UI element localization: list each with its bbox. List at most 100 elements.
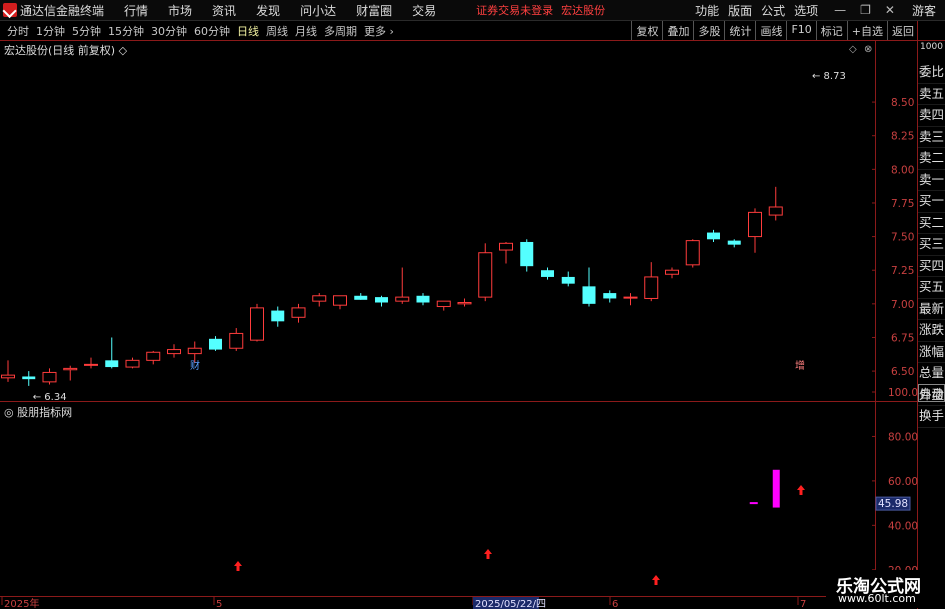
stock-name-header: 宏达股份 xyxy=(561,4,606,17)
date-label: 6 xyxy=(612,599,618,609)
quote-label-10: 买五 xyxy=(918,277,945,299)
restore-icon[interactable]: ❐ xyxy=(860,3,871,17)
price-tick-label: 6.75 xyxy=(891,332,914,344)
candle-body-down xyxy=(105,360,119,368)
menu-item-wealth[interactable]: 财富圈 xyxy=(356,2,392,19)
divider-axis xyxy=(875,41,876,596)
quote-panel-header: 1000 xyxy=(920,42,943,52)
quote-label-2: 卖四 xyxy=(918,105,945,127)
multi-stock-button[interactable]: 多股 xyxy=(693,21,724,40)
candle-body-down xyxy=(416,295,430,303)
back-button[interactable]: 返回 xyxy=(887,21,918,40)
mark-button[interactable]: 标记 xyxy=(815,21,847,40)
candle-body-up xyxy=(478,252,493,298)
period-1min[interactable]: 1分钟 xyxy=(36,23,65,39)
minimize-icon[interactable]: — xyxy=(834,3,846,17)
period-15min[interactable]: 15分钟 xyxy=(108,23,144,39)
auto-button[interactable]: 自动 xyxy=(918,384,945,402)
indicator-tick-label: 80.00 xyxy=(888,431,918,443)
menu-item-formula[interactable]: 公式 xyxy=(761,2,785,19)
overlay-button[interactable]: 叠加 xyxy=(662,21,693,40)
quote-label-4: 卖二 xyxy=(918,148,945,170)
candle-body-down xyxy=(271,310,285,322)
chart-title[interactable]: 宏达股份(日线 前复权) ◇ xyxy=(4,42,127,58)
price-tick-label: 6.50 xyxy=(891,366,914,378)
date-label: 2025/05/22/四 xyxy=(475,599,546,609)
quote-label-8: 买三 xyxy=(918,234,945,256)
candle-body-down xyxy=(354,295,368,300)
candle-body-up xyxy=(1,374,15,379)
login-notice[interactable]: 证券交易未登录 xyxy=(476,2,553,18)
candle-body-up xyxy=(42,371,57,383)
indicator-title[interactable]: ◎ 股朋指标网 xyxy=(4,404,72,420)
candle-body-up xyxy=(644,276,659,299)
price-tick-label: 7.50 xyxy=(891,232,914,244)
adjust-button[interactable]: 复权 xyxy=(631,21,662,40)
quote-label-7: 买二 xyxy=(918,213,945,234)
divider-panes xyxy=(0,401,918,402)
candle-body-up xyxy=(84,363,98,366)
indicator-bar xyxy=(772,469,780,508)
price-tick-label: 8.25 xyxy=(891,131,914,143)
candle-body-up xyxy=(312,295,327,302)
period-daily[interactable]: 日线 xyxy=(237,23,259,39)
indicator-tick-label: 40.00 xyxy=(888,520,918,532)
watermark-url: www.60lt.com xyxy=(838,592,916,605)
candle-body-up xyxy=(63,367,78,371)
period-30min[interactable]: 30分钟 xyxy=(151,23,187,39)
candle-body-up xyxy=(167,349,181,355)
price-tick-label: 8.00 xyxy=(891,164,914,176)
period-monthly[interactable]: 月线 xyxy=(295,23,317,39)
period-more[interactable]: 更多 › xyxy=(364,23,394,39)
chart-close-icon: ⊗ xyxy=(864,44,872,55)
signal-arrow-icon xyxy=(484,549,492,559)
candle-body-up xyxy=(748,211,762,238)
signal-arrow-icon xyxy=(797,485,805,495)
quote-label-16: 换手 xyxy=(918,406,945,428)
candle-body-up xyxy=(436,300,451,308)
app-title: 通达信金融终端 xyxy=(20,3,105,18)
indicator-tick-label: 100.0 xyxy=(888,387,918,399)
period-weekly[interactable]: 周线 xyxy=(266,23,288,39)
high-price-label: ← 8.73 xyxy=(812,71,846,82)
tool-buttons: 复权 叠加 多股 统计 画线 F10 标记 +自选 返回 xyxy=(631,21,918,40)
menu-bar: 通达信金融终端 行情 市场 资讯 发现 问小达 财富圈 交易 证券交易未登录 宏… xyxy=(0,0,945,21)
candle-body-down xyxy=(520,241,534,267)
chart-settings-icon: ◇ xyxy=(849,44,857,55)
date-label: 7 xyxy=(800,599,806,609)
menu-item-ask[interactable]: 问小达 xyxy=(300,2,336,19)
menu-item-quotes[interactable]: 行情 xyxy=(124,2,148,19)
candle-body-down xyxy=(727,240,741,245)
signal-arrow-icon xyxy=(652,575,660,585)
close-icon[interactable]: ✕ xyxy=(885,3,895,17)
candle-body-down xyxy=(561,276,575,284)
menu-item-options[interactable]: 选项 xyxy=(794,2,818,19)
menu-item-market[interactable]: 市场 xyxy=(168,2,192,19)
candle-body-up xyxy=(395,296,410,302)
watermark: 乐淘公式网 www.60lt.com xyxy=(826,570,944,608)
quote-label-12: 涨跌 xyxy=(918,320,945,342)
draw-button[interactable]: 画线 xyxy=(755,21,786,40)
menu-item-news[interactable]: 资讯 xyxy=(212,2,236,19)
menu-item-trade[interactable]: 交易 xyxy=(412,2,436,19)
indicator-toggle-icon[interactable]: ◎ xyxy=(4,406,17,419)
marker-cai: 财 xyxy=(190,359,200,372)
period-multi[interactable]: 多周期 xyxy=(324,23,357,39)
period-intraday[interactable]: 分时 xyxy=(7,23,29,39)
marker-zeng: 增 xyxy=(795,359,805,372)
candle-body-down xyxy=(22,376,36,380)
f10-button[interactable]: F10 xyxy=(786,21,815,40)
add-watchlist-button[interactable]: +自选 xyxy=(846,21,887,40)
stats-button[interactable]: 统计 xyxy=(724,21,755,40)
quote-label-6: 买一 xyxy=(918,191,945,213)
period-60min[interactable]: 60分钟 xyxy=(194,23,230,39)
guest-user[interactable]: 游客 xyxy=(912,2,936,19)
quote-label-3: 卖三 xyxy=(918,127,945,148)
candle-body-up xyxy=(333,295,347,306)
menu-item-layout[interactable]: 版面 xyxy=(728,2,752,19)
date-label: 5 xyxy=(216,599,222,609)
menu-item-discover[interactable]: 发现 xyxy=(256,2,280,19)
app-logo-icon xyxy=(3,3,17,17)
menu-item-function[interactable]: 功能 xyxy=(695,2,719,19)
period-5min[interactable]: 5分钟 xyxy=(72,23,101,39)
